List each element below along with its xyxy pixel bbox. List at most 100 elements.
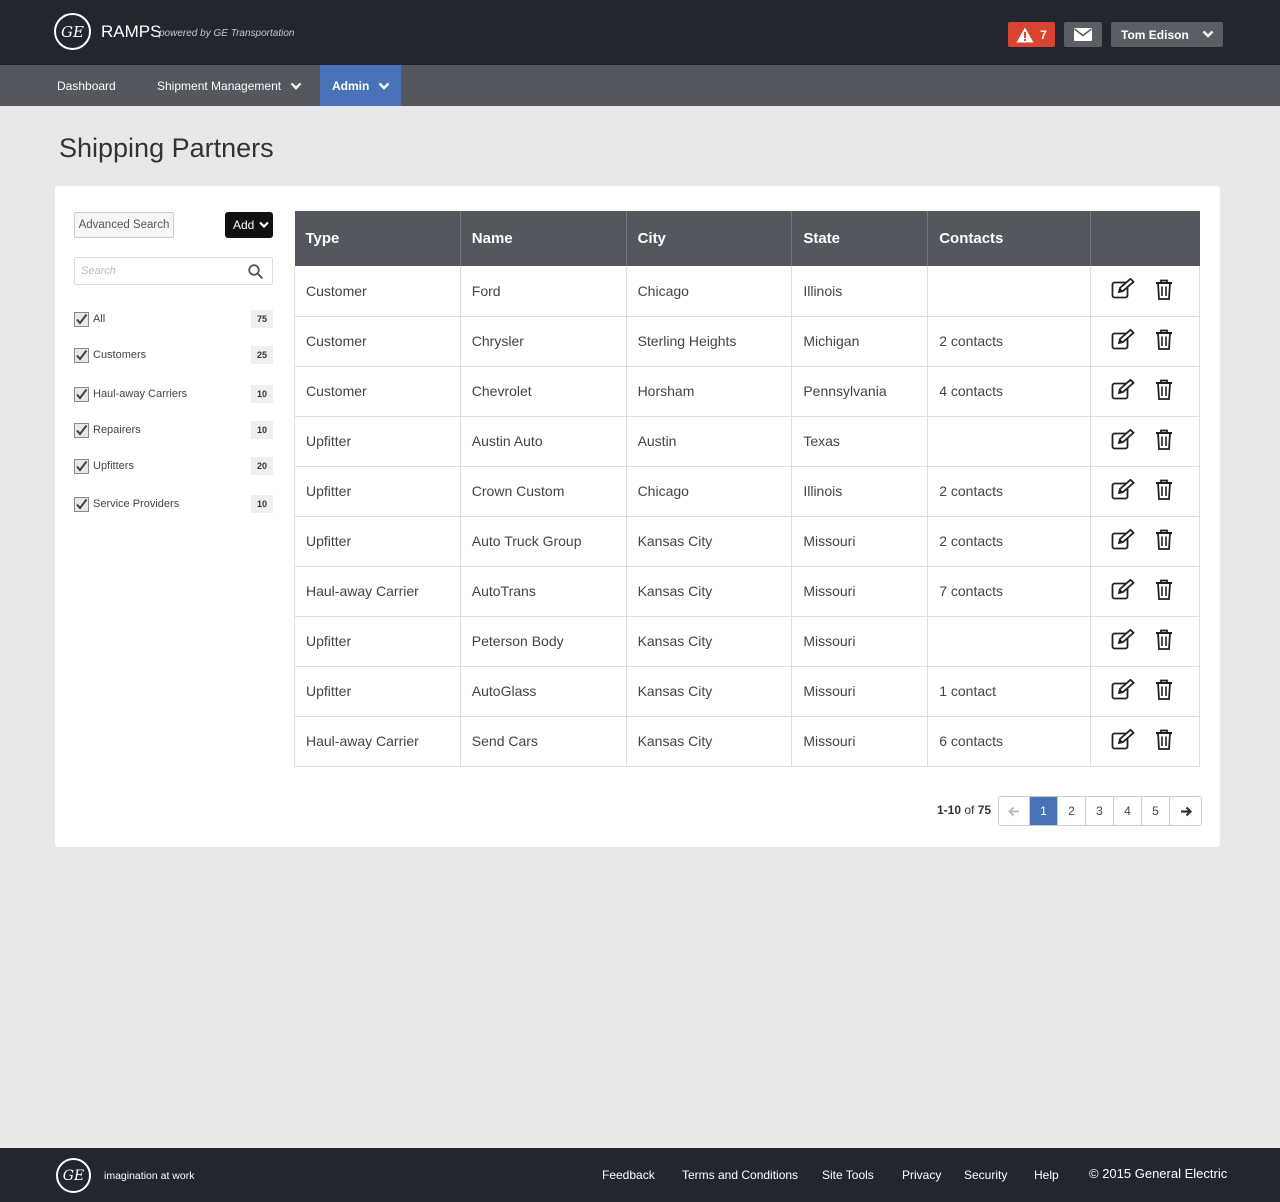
filter-count: 10 xyxy=(251,495,273,513)
edit-icon[interactable] xyxy=(1111,628,1135,654)
search-icon[interactable] xyxy=(248,264,263,279)
column-header-contacts[interactable]: Contacts xyxy=(927,211,1092,266)
ge-logo[interactable]: GE xyxy=(56,1158,91,1193)
add-button[interactable]: Add xyxy=(225,212,273,238)
page-5-button[interactable]: 5 xyxy=(1142,797,1170,825)
edit-icon[interactable] xyxy=(1111,678,1135,704)
next-page-button[interactable] xyxy=(1170,797,1201,825)
cell-city: Kansas City xyxy=(625,616,793,667)
envelope-icon xyxy=(1074,28,1092,41)
column-header-type[interactable]: Type xyxy=(294,211,461,266)
cell-state: Missouri xyxy=(791,566,929,617)
table-row[interactable]: Upfitter AutoGlass Kansas City Missouri 1 co… xyxy=(294,666,1200,717)
footer-link-security[interactable]: Security xyxy=(964,1168,1007,1182)
filter-haul-away-carriers[interactable]: Haul-away Carriers 10 xyxy=(74,384,273,404)
checkbox[interactable] xyxy=(74,311,89,327)
filter-count: 10 xyxy=(251,385,273,403)
edit-icon[interactable] xyxy=(1111,478,1135,504)
table-row[interactable]: Haul-away Carrier AutoTrans Kansas City Mis… xyxy=(294,566,1200,617)
nav-admin-label: Admin xyxy=(332,78,370,93)
trash-icon[interactable] xyxy=(1155,479,1173,503)
edit-icon[interactable] xyxy=(1111,578,1135,604)
trash-icon[interactable] xyxy=(1155,429,1173,453)
trash-icon[interactable] xyxy=(1155,679,1173,703)
cell-name: Send Cars xyxy=(459,716,627,767)
filter-count: 10 xyxy=(251,421,273,439)
footer-link-site-tools[interactable]: Site Tools xyxy=(822,1168,874,1182)
cell-actions xyxy=(1090,716,1200,767)
search-input[interactable] xyxy=(75,258,235,284)
user-menu-button[interactable]: Tom Edison xyxy=(1111,22,1223,47)
trash-icon[interactable] xyxy=(1155,329,1173,353)
edit-icon[interactable] xyxy=(1111,378,1135,404)
cell-contacts: 2 contacts xyxy=(927,466,1092,517)
cell-type: Customer xyxy=(294,316,461,367)
column-header-city[interactable]: City xyxy=(626,211,793,266)
footer-link-feedback[interactable]: Feedback xyxy=(602,1168,655,1182)
footer-link-help[interactable]: Help xyxy=(1034,1168,1059,1182)
checkbox[interactable] xyxy=(74,347,89,363)
filter-label: Haul-away Carriers xyxy=(93,388,188,400)
checkbox[interactable] xyxy=(74,496,89,512)
edit-icon[interactable] xyxy=(1111,428,1135,454)
cell-type: Upfitter xyxy=(294,466,461,517)
filter-all[interactable]: All 75 xyxy=(74,309,273,329)
nav-dashboard[interactable]: Dashboard xyxy=(57,65,116,106)
table-row[interactable]: Customer Ford Chicago Illinois xyxy=(294,266,1200,317)
cell-name: Austin Auto xyxy=(459,416,627,467)
table-row[interactable]: Haul-away Carrier Send Cars Kansas City Mis… xyxy=(294,716,1200,767)
messages-button[interactable] xyxy=(1064,22,1102,47)
footer-link-privacy[interactable]: Privacy xyxy=(902,1168,941,1182)
trash-icon[interactable] xyxy=(1155,629,1173,653)
column-header-state[interactable]: State xyxy=(791,211,929,266)
app-name: RAMPS xyxy=(101,22,162,41)
footer-link-terms[interactable]: Terms and Conditions xyxy=(682,1168,798,1182)
trash-icon[interactable] xyxy=(1155,729,1173,753)
page-1-button[interactable]: 1 xyxy=(1030,797,1058,825)
cell-actions xyxy=(1090,616,1200,667)
table-row[interactable]: Customer Chrysler Sterling Heights Michigan… xyxy=(294,316,1200,367)
nav-admin[interactable]: Admin xyxy=(320,65,402,106)
cell-state: Texas xyxy=(791,416,929,467)
trash-icon[interactable] xyxy=(1155,379,1173,403)
cell-city: Sterling Heights xyxy=(625,316,793,367)
edit-icon[interactable] xyxy=(1111,277,1135,303)
cell-name: Peterson Body xyxy=(459,616,627,667)
trash-icon[interactable] xyxy=(1155,579,1173,603)
cell-type: Upfitter xyxy=(294,616,461,667)
ge-logo[interactable]: GE xyxy=(54,13,91,50)
checkbox[interactable] xyxy=(74,422,89,438)
filter-repairers[interactable]: Repairers 10 xyxy=(74,420,273,440)
trash-icon[interactable] xyxy=(1155,279,1173,303)
cell-city: Kansas City xyxy=(625,516,793,567)
table-row[interactable]: Upfitter Peterson Body Kansas City Missouri xyxy=(294,616,1200,667)
cell-contacts: 2 contacts xyxy=(927,316,1092,367)
page-4-button[interactable]: 4 xyxy=(1114,797,1142,825)
trash-icon[interactable] xyxy=(1155,529,1173,553)
edit-icon[interactable] xyxy=(1111,728,1135,754)
filter-label: Service Providers xyxy=(93,498,180,510)
page-2-button[interactable]: 2 xyxy=(1058,797,1086,825)
checkbox[interactable] xyxy=(74,458,89,474)
filter-upfitters[interactable]: Upfitters 20 xyxy=(74,456,273,476)
prev-page-button[interactable] xyxy=(999,797,1030,825)
column-header-actions xyxy=(1090,211,1200,266)
column-header-name[interactable]: Name xyxy=(460,211,627,266)
advanced-search-button[interactable]: Advanced Search xyxy=(74,212,174,238)
table-row[interactable]: Upfitter Austin Auto Austin Texas xyxy=(294,416,1200,467)
table-row[interactable]: Upfitter Auto Truck Group Kansas City Misso… xyxy=(294,516,1200,567)
nav-shipment-management[interactable]: Shipment Management xyxy=(157,65,302,106)
pagination-total: 75 xyxy=(977,803,992,817)
page-3-button[interactable]: 3 xyxy=(1086,797,1114,825)
filter-customers[interactable]: Customers 25 xyxy=(74,345,273,365)
edit-icon[interactable] xyxy=(1111,528,1135,554)
filter-service-providers[interactable]: Service Providers 10 xyxy=(74,494,273,514)
alerts-button[interactable]: 7 xyxy=(1008,22,1055,47)
cell-city: Kansas City xyxy=(625,666,793,717)
table-row[interactable]: Customer Chevrolet Horsham Pennsylvania 4 co… xyxy=(294,366,1200,417)
checkbox[interactable] xyxy=(74,386,89,402)
cell-type: Customer xyxy=(294,366,461,417)
table-row[interactable]: Upfitter Crown Custom Chicago Illinois 2 con… xyxy=(294,466,1200,517)
footer-tagline: imagination at work xyxy=(104,1170,195,1182)
edit-icon[interactable] xyxy=(1111,328,1135,354)
